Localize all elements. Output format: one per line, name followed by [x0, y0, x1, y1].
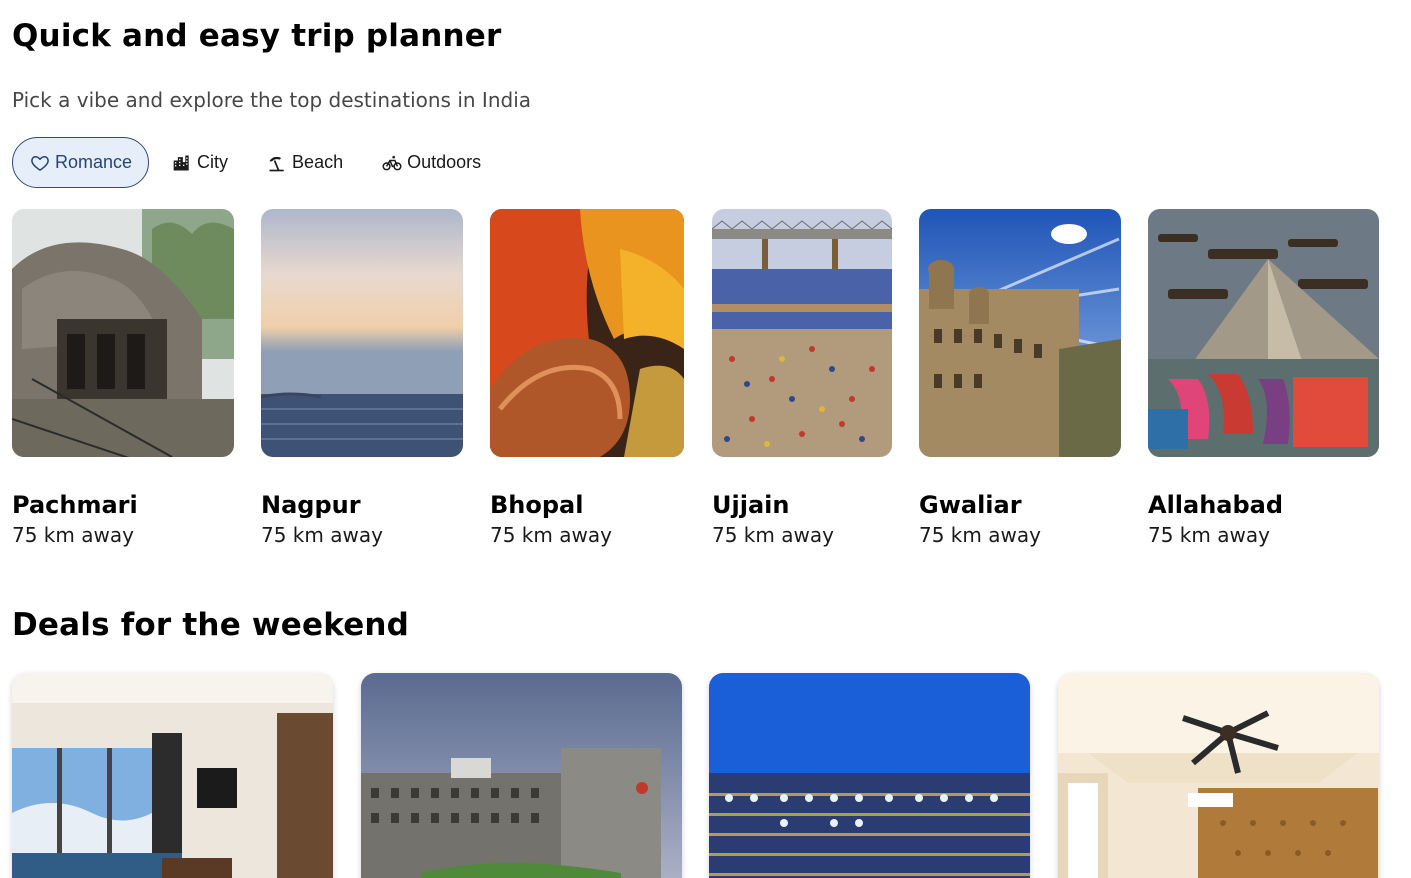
vibe-chip-label: City: [197, 152, 229, 172]
destination-name: Nagpur: [261, 491, 361, 519]
destination-name: Gwaliar: [919, 491, 1022, 519]
destination-image: [1148, 209, 1379, 457]
destination-card-nagpur[interactable]: Nagpur 75 km away: [261, 209, 463, 547]
vibe-chip-label: Beach: [292, 152, 344, 172]
deal-image: [12, 673, 333, 878]
bicycle-icon: [381, 152, 403, 174]
destination-distance: 75 km away: [490, 523, 612, 547]
planner-subtitle: Pick a vibe and explore the top destinat…: [12, 88, 532, 112]
heart-icon: [29, 152, 51, 174]
destination-image: [490, 209, 684, 457]
deal-card-hotel-room[interactable]: [12, 673, 333, 878]
vibe-chip-group: Romance City Beach Outdoors: [12, 137, 503, 188]
deal-image: [361, 673, 682, 878]
destination-image: [919, 209, 1121, 457]
destination-distance: 75 km away: [919, 523, 1041, 547]
destination-name: Ujjain: [712, 491, 790, 519]
destination-name: Bhopal: [490, 491, 584, 519]
destination-distance: 75 km away: [261, 523, 383, 547]
destination-image: [261, 209, 463, 457]
city-icon: [171, 152, 193, 174]
destination-distance: 75 km away: [1148, 523, 1270, 547]
destination-image: [712, 209, 892, 457]
vibe-chip-label: Romance: [55, 152, 133, 172]
planner-title: Quick and easy trip planner: [12, 18, 502, 54]
deal-image: [1058, 673, 1379, 878]
destination-card-bhopal[interactable]: Bhopal 75 km away: [490, 209, 684, 547]
destination-card-gwaliar[interactable]: Gwaliar 75 km away: [919, 209, 1121, 547]
destination-image: [12, 209, 234, 457]
destination-name: Allahabad: [1148, 491, 1284, 519]
destination-card-ujjain[interactable]: Ujjain 75 km away: [712, 209, 892, 547]
destination-card-pachmari[interactable]: Pachmari 75 km away: [12, 209, 234, 547]
destination-name: Pachmari: [12, 491, 138, 519]
vibe-chip-romance[interactable]: Romance: [12, 137, 150, 188]
deal-card-hotel-bedroom[interactable]: [1058, 673, 1379, 878]
destination-distance: 75 km away: [712, 523, 834, 547]
deal-card-hotel-night[interactable]: [709, 673, 1030, 878]
deal-image: [709, 673, 1030, 878]
destination-card-allahabad[interactable]: Allahabad 75 km away: [1148, 209, 1379, 547]
vibe-chip-beach[interactable]: Beach: [250, 137, 359, 188]
vibe-chip-label: Outdoors: [407, 152, 482, 172]
deal-card-hotel-building[interactable]: [361, 673, 682, 878]
vibe-chip-city[interactable]: City: [155, 137, 244, 188]
destination-distance: 75 km away: [12, 523, 134, 547]
deals-title: Deals for the weekend: [12, 607, 410, 643]
beach-umbrella-icon: [266, 152, 288, 174]
vibe-chip-outdoors[interactable]: Outdoors: [365, 137, 497, 188]
